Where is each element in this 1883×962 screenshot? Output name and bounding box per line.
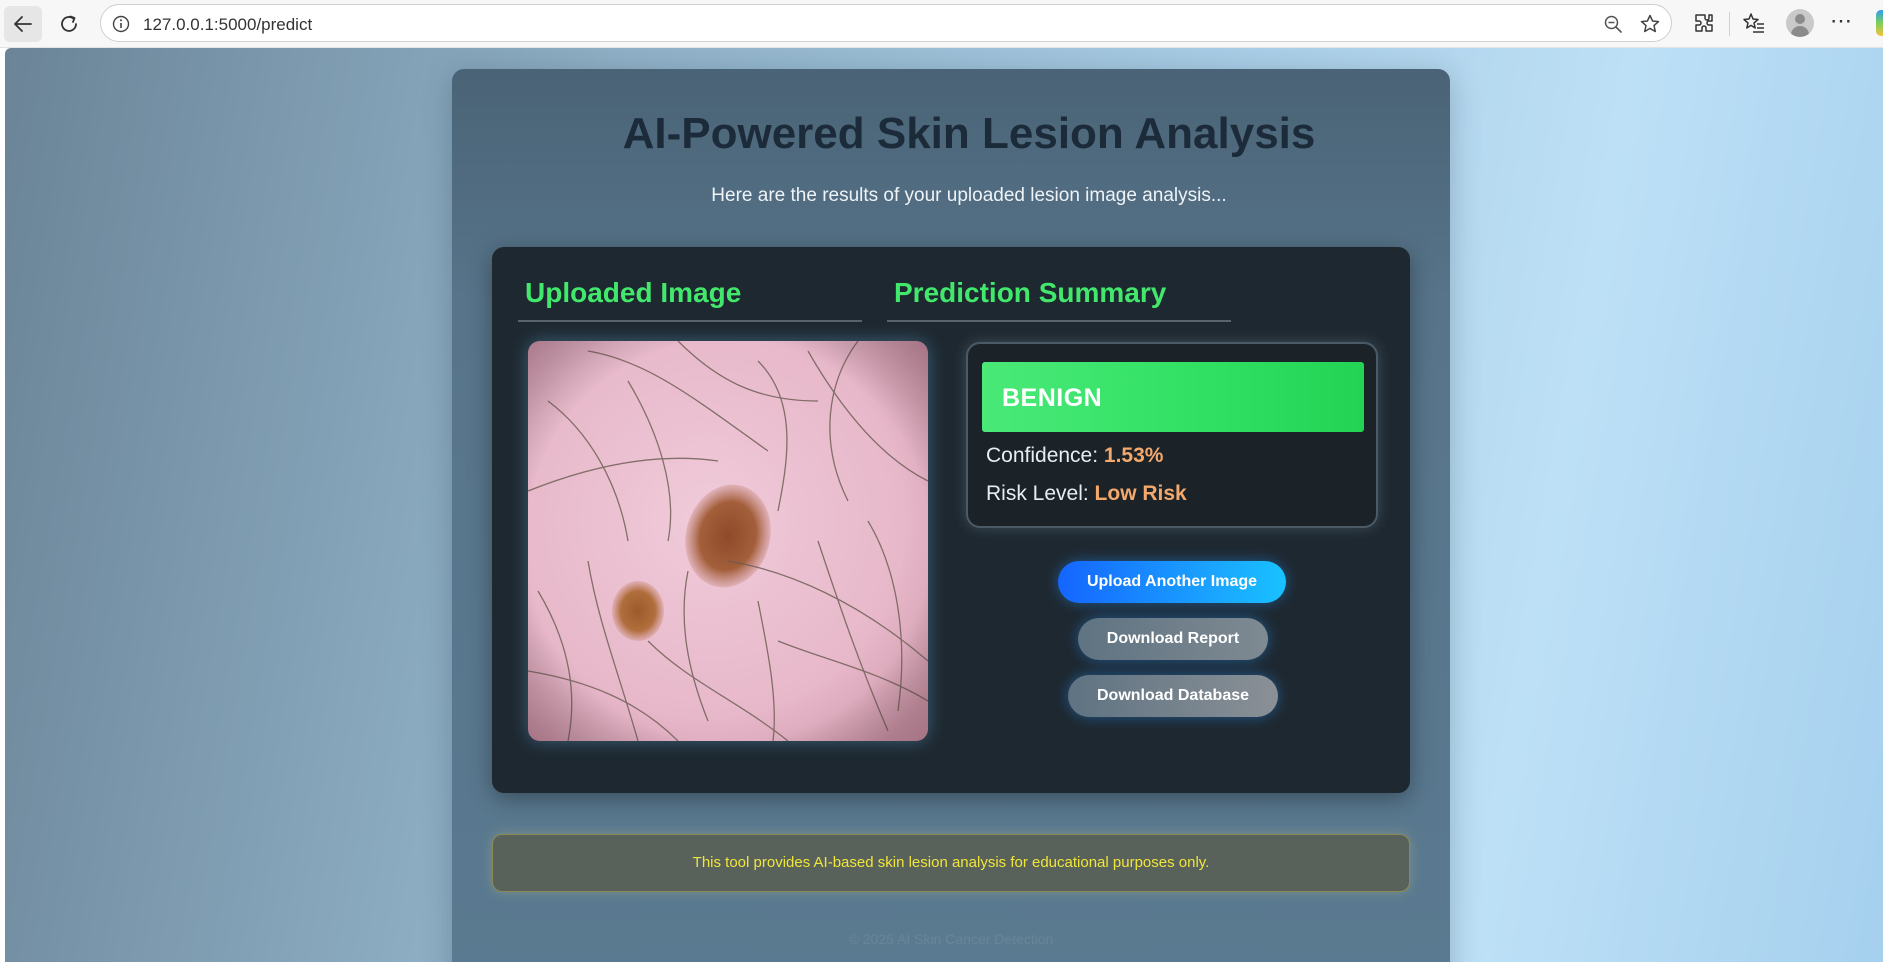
confidence-value: 1.53% [1103, 444, 1164, 467]
info-icon[interactable] [111, 14, 131, 34]
disclaimer-text: This tool provides AI-based skin lesion … [692, 854, 1210, 871]
footer-copyright: © 2025 AI Skin Cancer Detection [848, 931, 1054, 947]
page-viewport: AI-Powered Skin Lesion Analysis Here are… [5, 48, 1883, 962]
extensions-icon[interactable] [1692, 11, 1716, 35]
reload-icon [61, 15, 77, 32]
main-container: AI-Powered Skin Lesion Analysis Here are… [452, 69, 1450, 962]
prediction-summary-box: BENIGN Confidence: 1.53% Risk Level: Low… [966, 342, 1378, 528]
page-title: AI-Powered Skin Lesion Analysis [622, 109, 1316, 158]
back-arrow-icon [14, 16, 32, 32]
uploaded-image-heading: Uploaded Image [525, 277, 742, 308]
zoom-out-icon[interactable] [1603, 14, 1623, 34]
upload-another-image-button[interactable]: Upload Another Image [1058, 561, 1286, 603]
section-divider [887, 320, 1231, 322]
address-bar[interactable]: 127.0.0.1:5000/predict [100, 4, 1672, 42]
uploaded-lesion-image [528, 341, 928, 741]
toolbar-divider [1729, 12, 1730, 36]
confidence-line: Confidence: 1.53% [986, 444, 1163, 468]
lesion-photo [528, 341, 928, 741]
page-subtitle: Here are the results of your uploaded le… [711, 185, 1227, 206]
risk-level-value: Low Risk [1094, 482, 1187, 505]
prediction-label: BENIGN [1002, 384, 1103, 412]
reload-button[interactable] [50, 6, 88, 42]
confidence-label: Confidence: [986, 444, 1099, 467]
disclaimer-box: This tool provides AI-based skin lesion … [492, 834, 1410, 892]
prediction-summary-heading: Prediction Summary [894, 277, 1167, 308]
results-card: Uploaded Image Prediction Summary BENIGN… [492, 247, 1410, 793]
download-database-button[interactable]: Download Database [1068, 675, 1278, 717]
copilot-icon[interactable] [1876, 10, 1883, 36]
favorite-star-icon[interactable] [1639, 13, 1661, 35]
risk-level-label: Risk Level: [986, 482, 1089, 505]
download-report-button[interactable]: Download Report [1078, 618, 1268, 660]
section-divider [518, 320, 862, 322]
url-text[interactable]: 127.0.0.1:5000/predict [143, 15, 312, 35]
browser-toolbar: 127.0.0.1:5000/predict ⋯ [0, 0, 1883, 48]
risk-level-line: Risk Level: Low Risk [986, 482, 1187, 506]
prediction-result-banner: BENIGN [982, 362, 1364, 432]
profile-icon[interactable] [1786, 9, 1814, 37]
more-icon[interactable]: ⋯ [1830, 8, 1853, 34]
favorites-icon[interactable] [1742, 11, 1766, 35]
back-button[interactable] [4, 6, 42, 42]
